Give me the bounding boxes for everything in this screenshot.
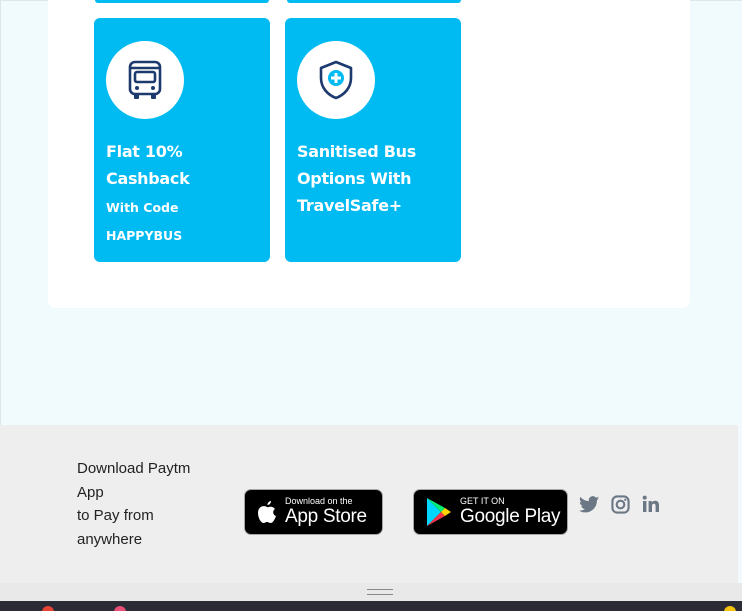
offer-card-previous-row[interactable] [287,0,461,3]
offer-card-travelsafe[interactable]: Sanitised Bus Options With TravelSafe+ [285,18,461,262]
offer-subtitle-line: With Code [106,200,179,215]
download-app-text: Download Paytm App to Pay from anywhere [77,457,217,551]
offer-subtitle: With Code HAPPYBUS [106,194,261,250]
footer: Download Paytm App to Pay from anywhere … [0,425,738,583]
shield-plus-icon [319,60,353,100]
offer-title: Sanitised Bus Options With TravelSafe+ [297,138,452,219]
taskbar-notification-icon[interactable] [724,606,736,611]
os-taskbar [0,601,742,611]
offer-title-line: Cashback [106,169,190,188]
offer-title-line: Sanitised Bus [297,142,416,161]
bus-icon [128,60,162,99]
google-play-icon [427,498,451,526]
offer-title-line: TravelSafe+ [297,196,402,215]
offer-title: Flat 10% Cashback [106,138,261,192]
apple-icon [258,501,276,523]
app-store-label: App Store [285,506,367,527]
google-play-button[interactable]: GET IT ON Google Play [413,489,568,535]
download-text-line: App [77,483,104,501]
download-text-line: to Pay from [77,507,154,524]
app-store-button[interactable]: Download on the App Store [244,489,383,535]
promo-code: HAPPYBUS [106,228,183,243]
drag-handle[interactable] [367,589,393,595]
taskbar-app-icon[interactable] [114,606,126,611]
download-text-line: Download Paytm [77,460,191,477]
offer-icon-circle [297,41,375,119]
offer-card-cashback[interactable]: Flat 10% Cashback With Code HAPPYBUS [94,18,270,262]
google-play-label: Google Play [460,506,561,527]
linkedin-icon[interactable] [640,493,662,515]
twitter-icon[interactable] [578,493,600,515]
offer-title-line: Flat 10% [106,142,183,161]
taskbar-app-icon[interactable] [42,606,54,611]
offer-title-line: Options With [297,169,412,188]
google-play-small-text: GET IT ON [460,496,505,506]
offer-icon-circle [106,41,184,119]
app-store-small-text: Download on the [285,496,353,506]
download-text-line: anywhere [77,530,143,548]
offer-card-previous-row[interactable] [95,0,269,3]
instagram-icon[interactable] [609,493,631,515]
